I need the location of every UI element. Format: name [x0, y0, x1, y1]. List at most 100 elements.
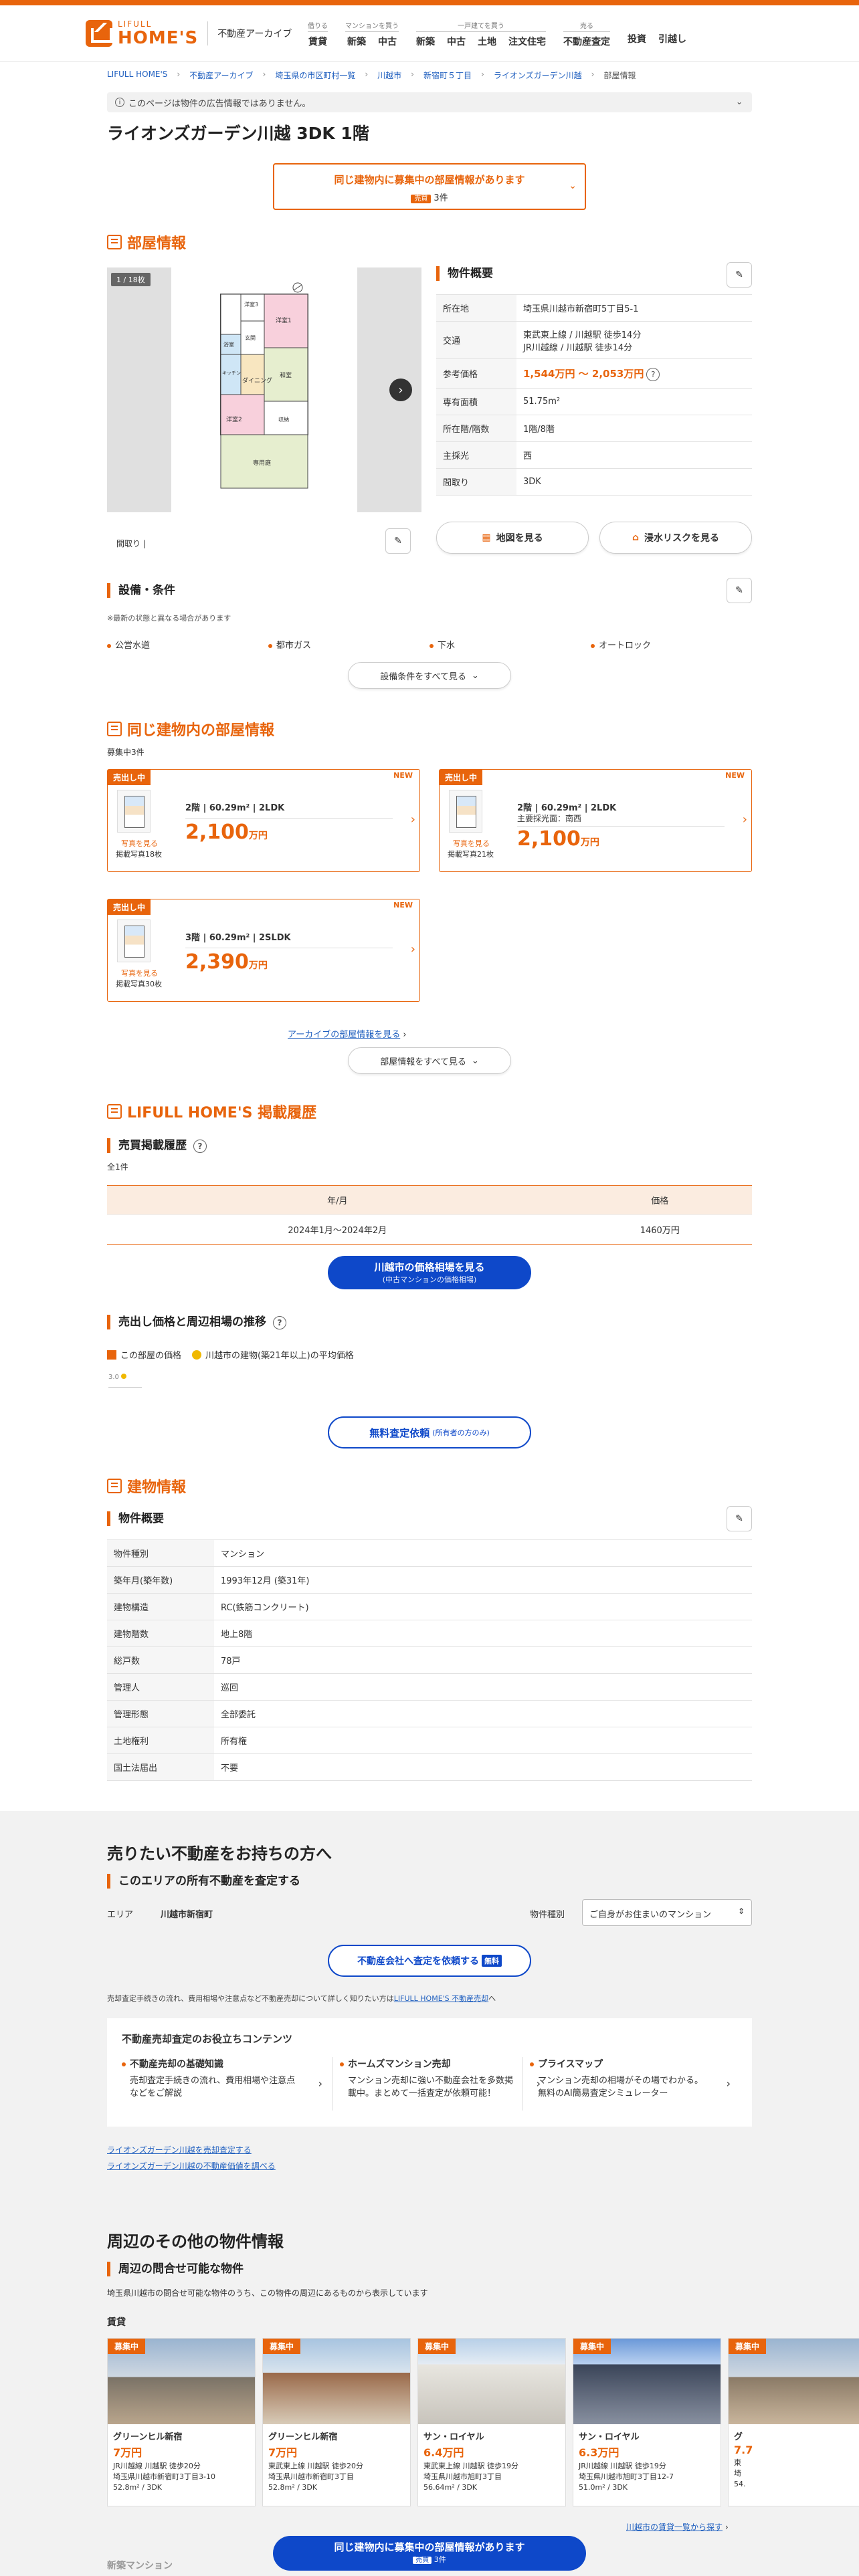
pencil-icon: ✎: [735, 585, 743, 596]
property-address: 埼玉県川越市新宿町3丁目3-10: [113, 2472, 215, 2481]
floorplan-room-label: 洋室2: [226, 415, 242, 423]
nearby-more-link-text[interactable]: 川越市の賃貸一覧から探す: [626, 2523, 723, 2532]
map-button[interactable]: ▦ 地図を見る: [436, 522, 589, 554]
logo-small-text: LIFULL: [118, 19, 153, 29]
nav-link-house-new[interactable]: 新築: [416, 35, 435, 48]
nav-link-assessment[interactable]: 不動産査定: [563, 35, 610, 48]
photo-count: 掲載写真30枚: [116, 980, 162, 988]
sell-link-text[interactable]: ライオンズガーデン川越の不動産価値を調べる: [107, 2161, 276, 2171]
nav-link-land[interactable]: 土地: [478, 35, 496, 48]
status-badge: 売出し中: [108, 770, 151, 785]
room-card[interactable]: 売出し中 NEW 写真を見る 掲載写真21枚 2階 | 60.29m² | 2L…: [439, 769, 752, 872]
edit-overview-button[interactable]: ✎: [727, 262, 752, 288]
edit-building-button[interactable]: ✎: [727, 1506, 752, 1531]
legend-swatch-room: [107, 1350, 116, 1360]
room-info: 2階 | 60.29m² | 2LDK: [185, 803, 285, 813]
nav-link-mansion-used[interactable]: 中古: [378, 35, 397, 48]
status-badge: 募集中: [108, 2339, 146, 2354]
breadcrumb-item[interactable]: 新宿町５丁目: [423, 70, 472, 81]
nav-caption: 一戸建てを買う: [416, 20, 546, 32]
floorplan-room-label: 洋室3: [244, 301, 258, 308]
table-key: 交通: [436, 321, 516, 359]
nearby-property-card[interactable]: 募集中 グ 7.7 東 埼 54.: [728, 2338, 859, 2506]
table-row: 所在地 埼玉県川越市新宿町5丁目5-1: [436, 294, 752, 322]
room-card[interactable]: 売出し中 NEW 写真を見る 掲載写真18枚 2階 | 60.29m² | 2L…: [107, 769, 420, 872]
gallery-next-button[interactable]: ›: [389, 379, 412, 401]
nav-link-house-used[interactable]: 中古: [447, 35, 466, 48]
photo-link[interactable]: 写真を見る: [121, 968, 158, 978]
floorplan-caption-text: 間取り: [116, 539, 141, 548]
help-icon[interactable]: ?: [646, 367, 660, 381]
property-access: JR川越線 川越駅 徒歩19分: [579, 2462, 666, 2470]
edit-photo-button[interactable]: ✎: [385, 528, 411, 554]
sale-history-title: 売買掲載履歴 ?: [107, 1138, 207, 1153]
nav-link-custom-house[interactable]: 注文住宅: [508, 35, 546, 48]
property-spec: 51.0m² / 3DK: [579, 2483, 628, 2492]
contents-item-desc: マンション売却に強い不動産会社を多数掲載中。まとめて一括査定が依頼可能！: [348, 2076, 514, 2099]
gallery-prev-pane[interactable]: [107, 267, 171, 512]
photo-count: 掲載写真18枚: [116, 850, 162, 859]
market-price-button[interactable]: 川越市の価格相場を見る (中古マンションの価格相場): [328, 1256, 531, 1289]
breadcrumb-item[interactable]: 埼玉県の市区町村一覧: [275, 70, 355, 81]
sell-note-link[interactable]: LIFULL HOME'S 不動産売却: [394, 1994, 488, 2003]
nearby-more-link[interactable]: 川越市の賃貸一覧から探す ›: [626, 2521, 729, 2533]
column-header: 年/月: [107, 1185, 568, 1215]
hazard-button[interactable]: ⌂ 浸水リスクを見る: [599, 522, 752, 554]
edit-equipment-button[interactable]: ✎: [727, 578, 752, 603]
sticky-button-label: 同じ建物内に募集中の部屋情報があります: [334, 2541, 525, 2553]
nav-link-mansion-new[interactable]: 新築: [347, 35, 366, 48]
sell-link-text[interactable]: ライオンズガーデン川越を売却査定する: [107, 2145, 252, 2155]
contents-item[interactable]: 不動産売却の基礎知識 売却査定手続きの流れ、費用相場や注意点などをご解説 ›: [122, 2057, 322, 2099]
nearby-property-card[interactable]: 募集中 サン・ロイヤル 6.4万円 東武東上線 川越駅 徒歩19分 埼玉県川越市…: [417, 2338, 566, 2506]
site-logo[interactable]: LIFULL HOME'S: [86, 19, 198, 47]
photo-link[interactable]: 写真を見る: [121, 838, 158, 849]
contents-item-title: ホームズマンション売却: [340, 2057, 541, 2070]
notice-bar[interactable]: i このページは物件の広告情報ではありません。 ⌄: [107, 92, 752, 112]
archive-link[interactable]: アーカイブの部屋情報を見る ›: [288, 1027, 407, 1040]
nav-group-sell: 売る 不動産査定: [563, 20, 610, 48]
nearby-property-card[interactable]: 募集中 サン・ロイヤル 6.3万円 JR川越線 川越駅 徒歩19分 埼玉県川越市…: [573, 2338, 721, 2506]
property-type-select[interactable]: ご自身がお住まいのマンション ⇕: [582, 1899, 752, 1926]
page-title: ライオンズガーデン川越 3DK 1階: [107, 124, 369, 143]
table-value: マンション: [214, 1539, 752, 1567]
floorplan-image: 洋室1 洋室2 洋室3 ダイニング 和室 キッチン 浴室 専用庭 玄関 収納: [220, 282, 308, 489]
request-assessment-button[interactable]: 不動産会社へ査定を依頼する 無料: [328, 1945, 531, 1977]
building-title: 建物情報: [107, 1475, 186, 1497]
chevron-down-icon: ⌄: [735, 97, 743, 106]
table-value: 3DK: [516, 468, 752, 496]
table-key: 間取り: [436, 468, 516, 496]
archive-link-text[interactable]: アーカイブの部屋情報を見る: [288, 1030, 400, 1040]
photo-link[interactable]: 写真を見る: [453, 838, 490, 849]
breadcrumb-item[interactable]: LIFULL HOME'S: [107, 70, 167, 81]
help-icon[interactable]: ?: [193, 1140, 207, 1153]
contents-title: 不動産売却査定のお役立ちコンテンツ: [122, 2033, 293, 2045]
sell-link[interactable]: ライオンズガーデン川越を売却査定する: [107, 2144, 252, 2155]
rooms-more-button[interactable]: 部屋情報をすべて見る ⌄: [348, 1047, 511, 1074]
breadcrumb-item[interactable]: ライオンズガーデン川越: [494, 70, 582, 81]
photo-gallery[interactable]: 1 / 18枚 洋室1 洋室2 洋室3 ダイニング 和室 キッチン 浴室 専用庭…: [107, 267, 421, 512]
property-address: 埼: [734, 2469, 741, 2478]
contents-item[interactable]: プライスマップ マンション売却の相場がその場でわかる。無料のAI簡易査定シミュレー…: [530, 2057, 731, 2099]
equipment-more-button[interactable]: 設備条件をすべて見る ⌄: [348, 662, 511, 689]
nav-link-rent[interactable]: 賃貸: [308, 35, 327, 48]
table-row: 交通 東武東上線 / 川越駅 徒歩14分 JR川越線 / 川越駅 徒歩14分: [436, 321, 752, 359]
table-key: 総戸数: [107, 1646, 214, 1674]
chevron-right-icon: ›: [410, 942, 415, 956]
sell-assess-title: このエリアの所有不動産を査定する: [107, 1874, 300, 1889]
divider: [517, 826, 725, 827]
breadcrumb-item[interactable]: 川越市: [377, 70, 401, 81]
sell-link[interactable]: ライオンズガーデン川越の不動産価値を調べる: [107, 2160, 276, 2171]
chevron-updown-icon: ⇕: [737, 1907, 745, 1916]
contents-item[interactable]: ホームズマンション売却マンション売却に強い不動産会社を多数掲載中。まとめて一括査…: [340, 2057, 541, 2099]
same-building-banner-button[interactable]: 同じ建物内に募集中の部屋情報があります 売買 3件 ⌄: [273, 163, 586, 210]
breadcrumb-item[interactable]: 不動産アーカイブ: [189, 70, 253, 81]
free-assessment-button[interactable]: 無料査定依頼 (所有者の方のみ): [328, 1416, 531, 1448]
nav-link-moving[interactable]: 引越し: [658, 32, 686, 45]
nearby-property-card[interactable]: 募集中 グリーンヒル新宿 7万円 東武東上線 川越駅 徒歩20分 埼玉県川越市新…: [262, 2338, 411, 2506]
room-card[interactable]: 売出し中 NEW 写真を見る 掲載写真30枚 3階 | 60.29m² | 2S…: [107, 899, 420, 1002]
nearby-property-card[interactable]: 募集中 グリーンヒル新宿 7万円 JR川越線 川越駅 徒歩20分 埼玉県川越市新…: [107, 2338, 256, 2506]
sticky-same-building-button[interactable]: 同じ建物内に募集中の部屋情報があります 売買 3件: [273, 2536, 586, 2571]
breadcrumb-separator: ›: [481, 70, 484, 79]
nav-link-invest[interactable]: 投資: [628, 32, 646, 45]
help-icon[interactable]: ?: [272, 1316, 286, 1329]
